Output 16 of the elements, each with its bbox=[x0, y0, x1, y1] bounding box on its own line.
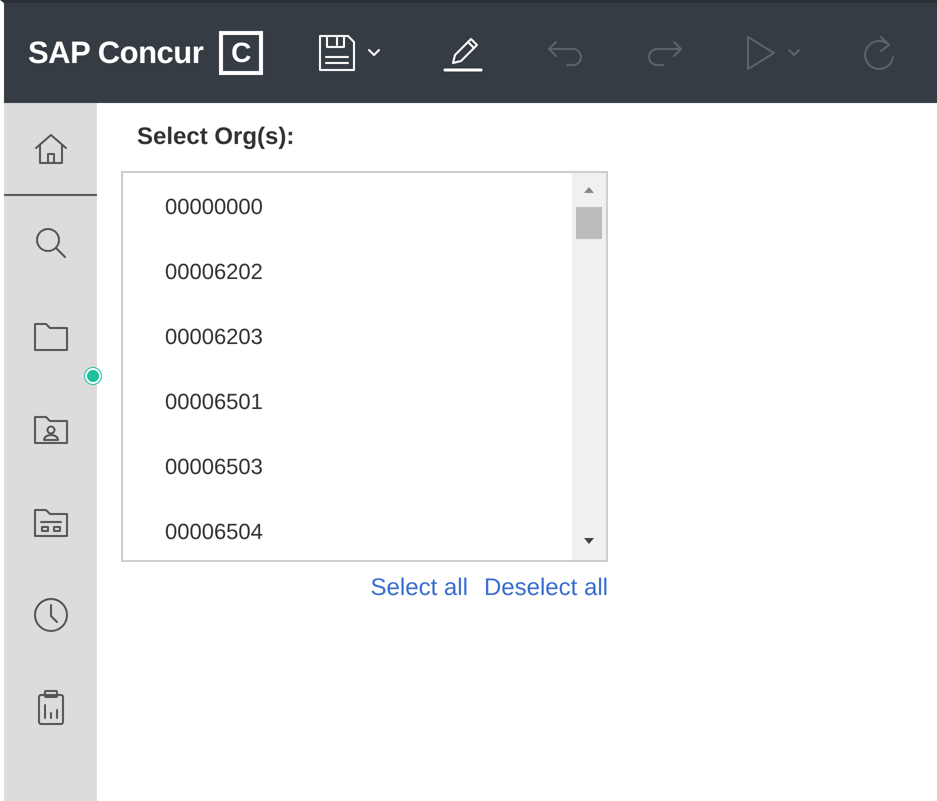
org-listbox[interactable]: 00000000 00006202 00006203 00006501 00006503 00006504 bbox=[121, 171, 608, 562]
link[interactable]: Select all bbox=[370, 570, 468, 606]
save-icon bbox=[317, 33, 358, 73]
list-option[interactable]: 00006501 bbox=[123, 376, 572, 441]
field-label: Select Org(s): bbox=[137, 122, 296, 152]
scrollbar[interactable] bbox=[572, 173, 606, 560]
link[interactable]: Deselect all bbox=[484, 570, 608, 606]
list-option[interactable]: 00006202 bbox=[123, 246, 572, 311]
brand-name: SAP Concur bbox=[28, 34, 204, 72]
list-option[interactable]: 00006503 bbox=[123, 441, 572, 506]
list-option[interactable]: 00000000 bbox=[123, 181, 572, 246]
caret-icon bbox=[367, 48, 382, 58]
play-icon bbox=[745, 34, 778, 72]
logo: C bbox=[219, 31, 264, 75]
list-option[interactable]: 00006203 bbox=[123, 311, 572, 376]
caret-icon bbox=[787, 48, 802, 58]
